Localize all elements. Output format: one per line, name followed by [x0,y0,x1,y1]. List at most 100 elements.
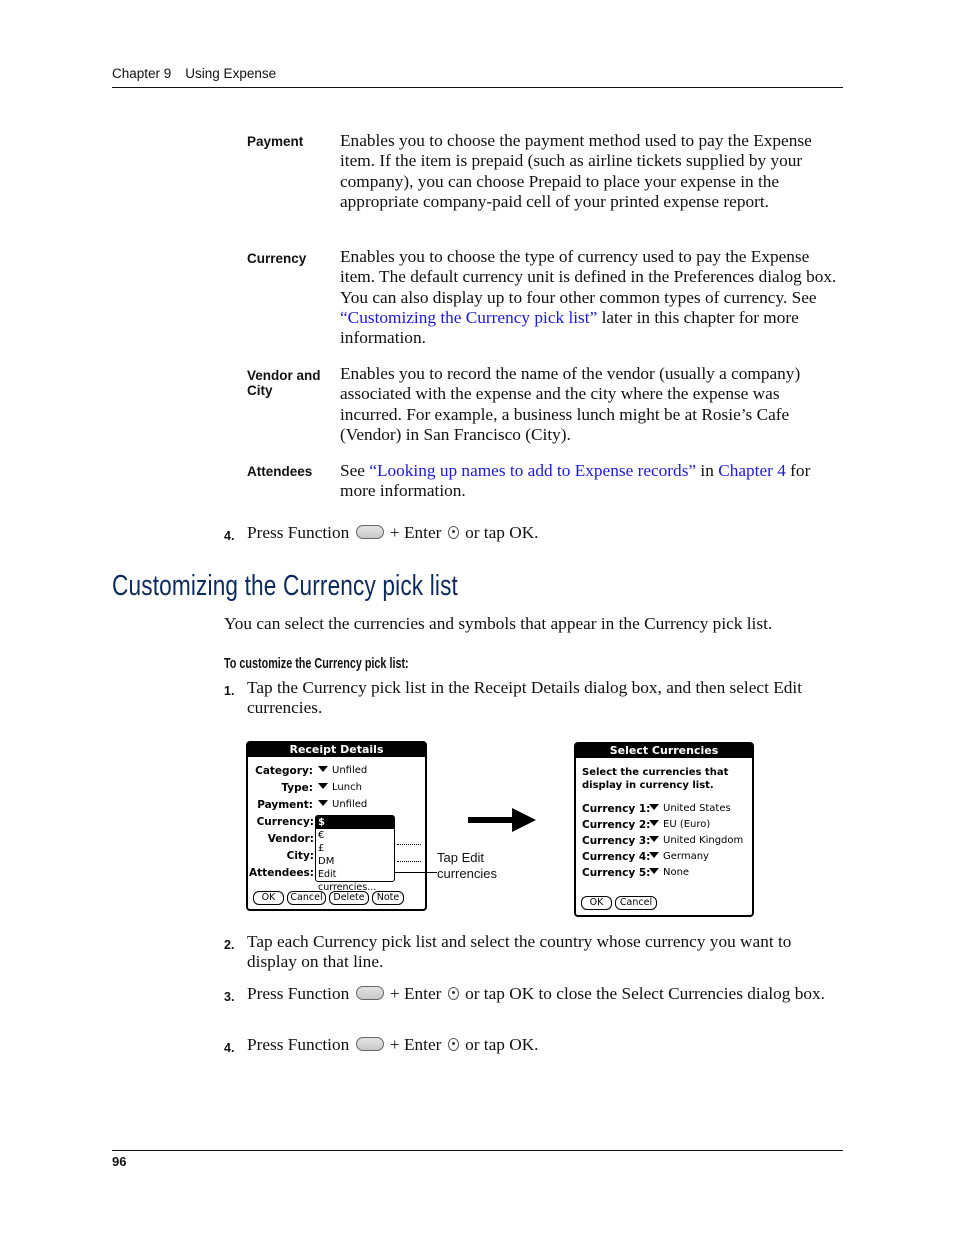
category-picker[interactable]: Unfiled [318,765,367,776]
desc-attendees-text: See [340,461,370,480]
step-number: 1. [224,684,235,698]
type-picker[interactable]: Lunch [318,782,362,793]
desc-currency-text: Enables you to choose the type of curren… [340,247,837,307]
cancel-button[interactable]: Cancel [615,896,657,910]
currency-value: EU (Euro) [663,819,711,830]
enter-key-icon [447,526,459,539]
callout-leader-line [395,872,437,873]
desc-currency: Enables you to choose the type of curren… [340,247,840,348]
currency-row-label: Currency 1: [582,803,651,815]
page-number: 96 [112,1154,127,1169]
step-text-post: or tap OK to close the Select Currencies… [465,984,826,1003]
currency-option[interactable]: DM [316,855,394,868]
function-key-icon [355,1037,384,1051]
step-text-post: or tap OK. [465,1035,539,1054]
step-item: 4. Press Function + Enter or tap OK. [224,523,844,545]
field-value: Lunch [332,782,362,793]
dialog-title: Receipt Details [248,743,425,757]
payment-picker[interactable]: Unfiled [318,799,367,810]
ok-button[interactable]: OK [253,891,284,905]
dropdown-arrow-icon [649,820,659,826]
term-currency: Currency [247,251,307,266]
desc-attendees: See “Looking up names to add to Expense … [340,461,840,502]
header-rule [112,87,843,88]
step-item: 2. Tap each Currency pick list and selec… [224,932,844,974]
link-looking-up-names[interactable]: “Looking up names to add to Expense reco… [369,461,696,480]
term-vendor-city: Vendor and City [247,368,321,398]
link-customizing-currency[interactable]: “Customizing the Currency pick list” [340,308,597,327]
procedure-heading: To customize the Currency pick list: [224,655,409,672]
step-text-mid: + Enter [389,523,442,542]
step-text: Press Function + Enter or tap OK. [247,523,842,543]
cancel-button[interactable]: Cancel [287,891,326,905]
currency-row-label: Currency 3: [582,835,651,847]
step-text: Tap each Currency pick list and select t… [247,932,792,972]
currency-option[interactable]: € [316,829,394,842]
field-label: Type: [281,782,313,794]
step-text: Press Function + Enter or tap OK to clos… [247,984,842,1004]
vendor-field[interactable] [397,844,421,845]
currency-1-picker[interactable]: United States [649,803,731,814]
field-value: Unfiled [332,799,368,810]
step-text-pre: Press Function [247,523,350,542]
desc-payment: Enables you to choose the payment method… [340,131,812,211]
currency-3-picker[interactable]: United Kingdom [649,835,743,846]
currency-value: None [663,867,690,878]
currency-option[interactable]: $ [316,816,394,829]
function-key-icon [355,986,384,1000]
field-label: Category: [255,765,313,777]
currency-row-label: Currency 2: [582,819,651,831]
chapter-title: Using Expense [185,66,277,81]
dropdown-arrow-icon [649,804,659,810]
desc-vendor-city: Enables you to record the name of the ve… [340,364,801,444]
running-header: Chapter 9 Using Expense [112,66,276,81]
right-arrow-icon [468,808,536,832]
step-text-post: or tap OK. [465,523,539,542]
link-chapter-4[interactable]: Chapter 4 [718,461,786,480]
callout-line: Tap Edit [437,850,484,865]
section-intro: You can select the currencies and symbol… [224,614,773,633]
field-label: Attendees: [249,867,314,879]
currency-2-picker[interactable]: EU (Euro) [649,819,710,830]
dialog-instruction: Select the currencies that display in cu… [582,766,728,792]
step-text: Tap the Currency pick list in the Receip… [247,678,802,718]
note-button[interactable]: Note [372,891,404,905]
edit-currencies-option[interactable]: Edit currencies... [316,868,394,893]
chapter-label: Chapter 9 [112,66,172,81]
dropdown-arrow-icon [649,836,659,842]
currency-value: United States [663,803,731,814]
ok-button[interactable]: OK [581,896,612,910]
step-text-mid: + Enter [389,984,442,1003]
city-field[interactable] [397,861,421,862]
currency-5-picker[interactable]: None [649,867,689,878]
currency-popup-list: $ € £ DM Edit currencies... [315,815,395,893]
dialog-title: Select Currencies [576,744,752,758]
field-label: Vendor: [267,833,314,845]
dropdown-arrow-icon [318,783,328,789]
callout-line: currencies [437,866,497,881]
term-attendees: Attendees [247,464,313,479]
instruction-line: display in currency list. [582,780,714,791]
step-item: 1. Tap the Currency pick list in the Rec… [224,678,844,720]
field-label: City: [286,850,314,862]
dropdown-arrow-icon [649,852,659,858]
currency-4-picker[interactable]: Germany [649,851,709,862]
section-title: Customizing the Currency pick list [112,570,458,602]
currency-row-label: Currency 4: [582,851,651,863]
footer-rule [112,1150,843,1151]
currency-option[interactable]: £ [316,842,394,855]
step-text-mid: + Enter [389,1035,442,1054]
step-number: 2. [224,938,235,952]
enter-key-icon [447,1038,459,1051]
instruction-line: Select the currencies that [582,767,729,778]
desc-attendees-in: in [696,461,719,480]
step-text-pre: Press Function [247,984,350,1003]
dropdown-arrow-icon [318,800,328,806]
select-currencies-dialog: Select Currencies Select the currencies … [574,742,754,917]
step-item: 4. Press Function + Enter or tap OK. [224,1035,844,1057]
function-key-icon [355,525,384,539]
dropdown-arrow-icon [649,868,659,874]
delete-button[interactable]: Delete [329,891,369,905]
receipt-details-dialog: Receipt Details Category: Unfiled Type: … [246,741,427,911]
step-text-pre: Press Function [247,1035,350,1054]
